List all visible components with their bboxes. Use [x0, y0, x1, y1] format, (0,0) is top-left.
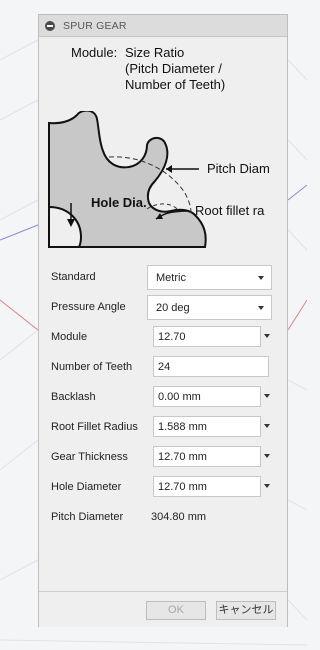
- backlash-dropdown-icon[interactable]: [264, 394, 270, 398]
- root-fillet-radius-value: 1.588 mm: [158, 421, 207, 433]
- number-of-teeth-label: Number of Teeth: [51, 361, 133, 373]
- pitch-diameter-value: 304.80 mm: [151, 511, 207, 523]
- root-fillet-radius-label: Root Fillet Radius: [51, 421, 138, 433]
- dialog-titlebar[interactable]: SPUR GEAR: [39, 15, 287, 37]
- dialog-footer: OK キャンセル: [39, 591, 287, 627]
- gear-thickness-label: Gear Thickness: [51, 451, 128, 463]
- root-fillet-radius-row: Root Fillet Radius 1.588 mm: [51, 415, 283, 440]
- module-label: Module: [51, 331, 88, 343]
- pitch-diameter-callout: Pitch Diam: [207, 161, 270, 176]
- backlash-row: Backlash 0.00 mm: [51, 385, 283, 410]
- hole-dia-callout: Hole Dia.: [91, 195, 147, 210]
- gear-thickness-row: Gear Thickness 12.70 mm: [51, 445, 283, 470]
- backlash-input[interactable]: 0.00 mm: [153, 386, 261, 407]
- backlash-label: Backlash: [51, 391, 96, 403]
- pressure-angle-select[interactable]: 20 deg: [147, 295, 272, 320]
- chevron-down-icon: [258, 306, 264, 310]
- root-fillet-callout: Root fillet ra: [195, 203, 265, 218]
- gear-thickness-dropdown-icon[interactable]: [264, 454, 270, 458]
- ok-button[interactable]: OK: [146, 601, 206, 620]
- module-caption-prefix: Module:: [71, 45, 118, 60]
- root-fillet-radius-input[interactable]: 1.588 mm: [153, 416, 261, 437]
- hole-diameter-label: Hole Diameter: [51, 481, 122, 493]
- hole-diameter-row: Hole Diameter 12.70 mm: [51, 475, 283, 500]
- spur-gear-dialog: SPUR GEAR Module: Size Ratio (Pitch Diam…: [38, 14, 288, 627]
- pressure-angle-value: 20 deg: [156, 302, 190, 314]
- collapse-icon[interactable]: [45, 21, 55, 31]
- module-row: Module 12.70: [51, 325, 283, 350]
- number-of-teeth-row: Number of Teeth 24: [51, 355, 283, 380]
- pressure-angle-label: Pressure Angle: [51, 301, 126, 313]
- cancel-button[interactable]: キャンセル: [216, 601, 276, 620]
- standard-row: Standard Metric: [51, 265, 283, 290]
- standard-label: Standard: [51, 271, 96, 283]
- standard-select[interactable]: Metric: [147, 265, 272, 290]
- root-fillet-radius-dropdown-icon[interactable]: [264, 424, 270, 428]
- standard-value: Metric: [156, 272, 186, 284]
- pitch-diameter-label: Pitch Diameter: [51, 511, 124, 523]
- hole-diameter-value: 12.70 mm: [158, 481, 207, 493]
- number-of-teeth-input[interactable]: 24: [153, 356, 269, 377]
- hole-diameter-dropdown-icon[interactable]: [264, 484, 270, 488]
- number-of-teeth-value: 24: [158, 361, 171, 373]
- pitch-diameter-row: Pitch Diameter 304.80 mm: [51, 505, 283, 530]
- dialog-title: SPUR GEAR: [63, 20, 127, 32]
- module-input[interactable]: 12.70: [153, 326, 261, 347]
- chevron-down-icon: [258, 276, 264, 280]
- gear-illustration: Pitch Diam Root fillet ra Hole Dia.: [48, 111, 270, 248]
- pressure-angle-row: Pressure Angle 20 deg: [51, 295, 283, 320]
- gear-thickness-value: 12.70 mm: [158, 451, 207, 463]
- backlash-value: 0.00 mm: [158, 391, 201, 403]
- module-value: 12.70: [158, 331, 186, 343]
- gear-thickness-input[interactable]: 12.70 mm: [153, 446, 261, 467]
- module-dropdown-icon[interactable]: [264, 334, 270, 338]
- module-caption-text: Size Ratio (Pitch Diameter / Number of T…: [125, 45, 226, 92]
- module-caption: Module: Size Ratio (Pitch Diameter / Num…: [71, 45, 281, 92]
- hole-diameter-input[interactable]: 12.70 mm: [153, 476, 261, 497]
